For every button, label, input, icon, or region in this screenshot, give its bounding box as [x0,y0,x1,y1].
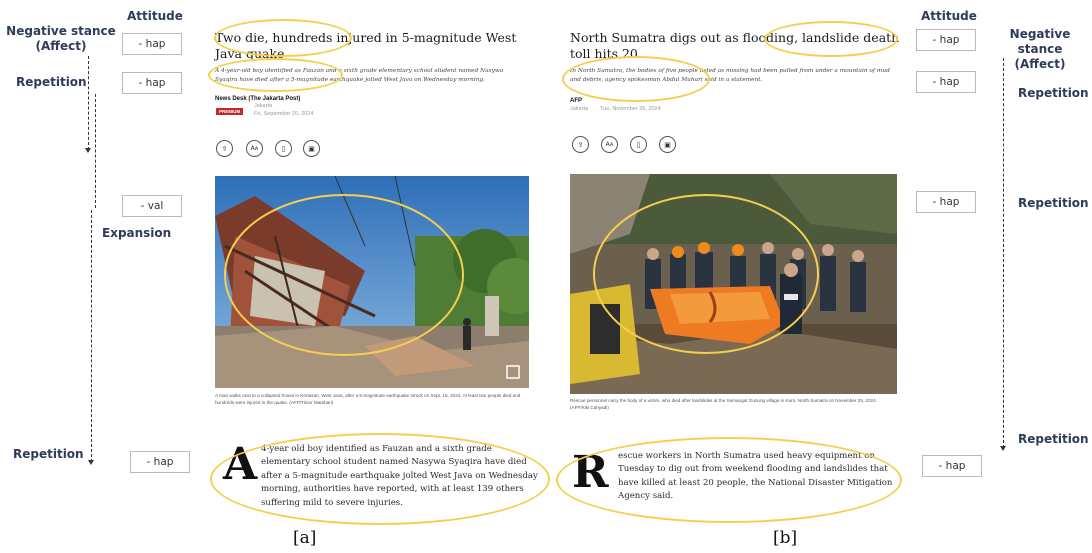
article-a-date: Fri, September 20, 2024 [254,111,314,117]
attitude-tag-right-1: - hap [916,29,976,51]
left-connector-arrow-2 [88,460,94,465]
highlight-ring-b-subheadline [562,56,710,102]
article-a-source: News Desk (The Jakarta Post) [215,96,301,102]
repetition-label-right-3: Repetition [1018,432,1089,446]
panel-a-label: [a] [293,528,317,548]
attitude-tag-right-3: - hap [916,191,976,213]
bookmark-icon[interactable]: ▯ [275,140,292,157]
highlight-ring-b-body [556,437,902,523]
right-connector-arrow [1000,446,1006,451]
article-a-caption: A man walks next to a collapsed house in… [215,393,521,405]
highlight-ring-a-subheadline [208,58,343,92]
font-size-icon[interactable]: Aᴀ [246,140,263,157]
panel-b-label: [b] [773,528,798,548]
repetition-label-left-top: Repetition [16,75,87,89]
attitude-tag-right-2: - hap [916,71,976,93]
highlight-ring-a-headline [214,19,352,57]
attitude-tag-left-3: - val [122,195,182,217]
article-b-location: Jakarta [570,106,589,112]
negative-stance-label-left: Negative stance (Affect) [6,24,116,53]
left-connector-line-2 [95,94,96,208]
left-connector-line-1 [88,56,89,150]
highlight-ring-a-body [210,433,550,525]
right-connector-line [1003,58,1004,448]
article-b-source: AFP [570,98,582,104]
attitude-tag-right-4: - hap [922,455,982,477]
repetition-label-right-2: Repetition [1018,196,1089,210]
share-icon[interactable]: ⇪ [216,140,233,157]
highlight-ring-b-photo [593,194,819,354]
attitude-tag-left-4: - hap [130,451,190,473]
article-a-location: Jakarta [254,103,273,109]
repetition-label-left-bottom: Repetition [13,447,84,461]
gift-icon[interactable]: ▣ [303,140,320,157]
left-connector-arrow-1 [85,148,91,153]
premium-badge: PREMIUM [216,108,244,115]
gift-icon[interactable]: ▣ [659,136,676,153]
attitude-tag-left-1: - hap [122,33,182,55]
bookmark-icon[interactable]: ▯ [630,136,647,153]
attitude-header-right: Attitude [921,9,977,23]
font-size-icon[interactable]: Aᴀ [601,136,618,153]
left-connector-line-3 [91,210,92,462]
share-icon[interactable]: ⇪ [572,136,589,153]
highlight-ring-b-headline [764,21,898,57]
article-b-caption: Rescue personnel carry the body of a vic… [570,398,877,410]
attitude-tag-left-2: - hap [122,72,182,94]
expansion-label: Expansion [102,226,172,240]
article-b-date: Tue, November 26, 2024 [600,106,661,112]
highlight-ring-a-photo [224,194,464,356]
attitude-header-left: Attitude [127,9,183,23]
repetition-label-right-1: Repetition [1018,86,1089,100]
